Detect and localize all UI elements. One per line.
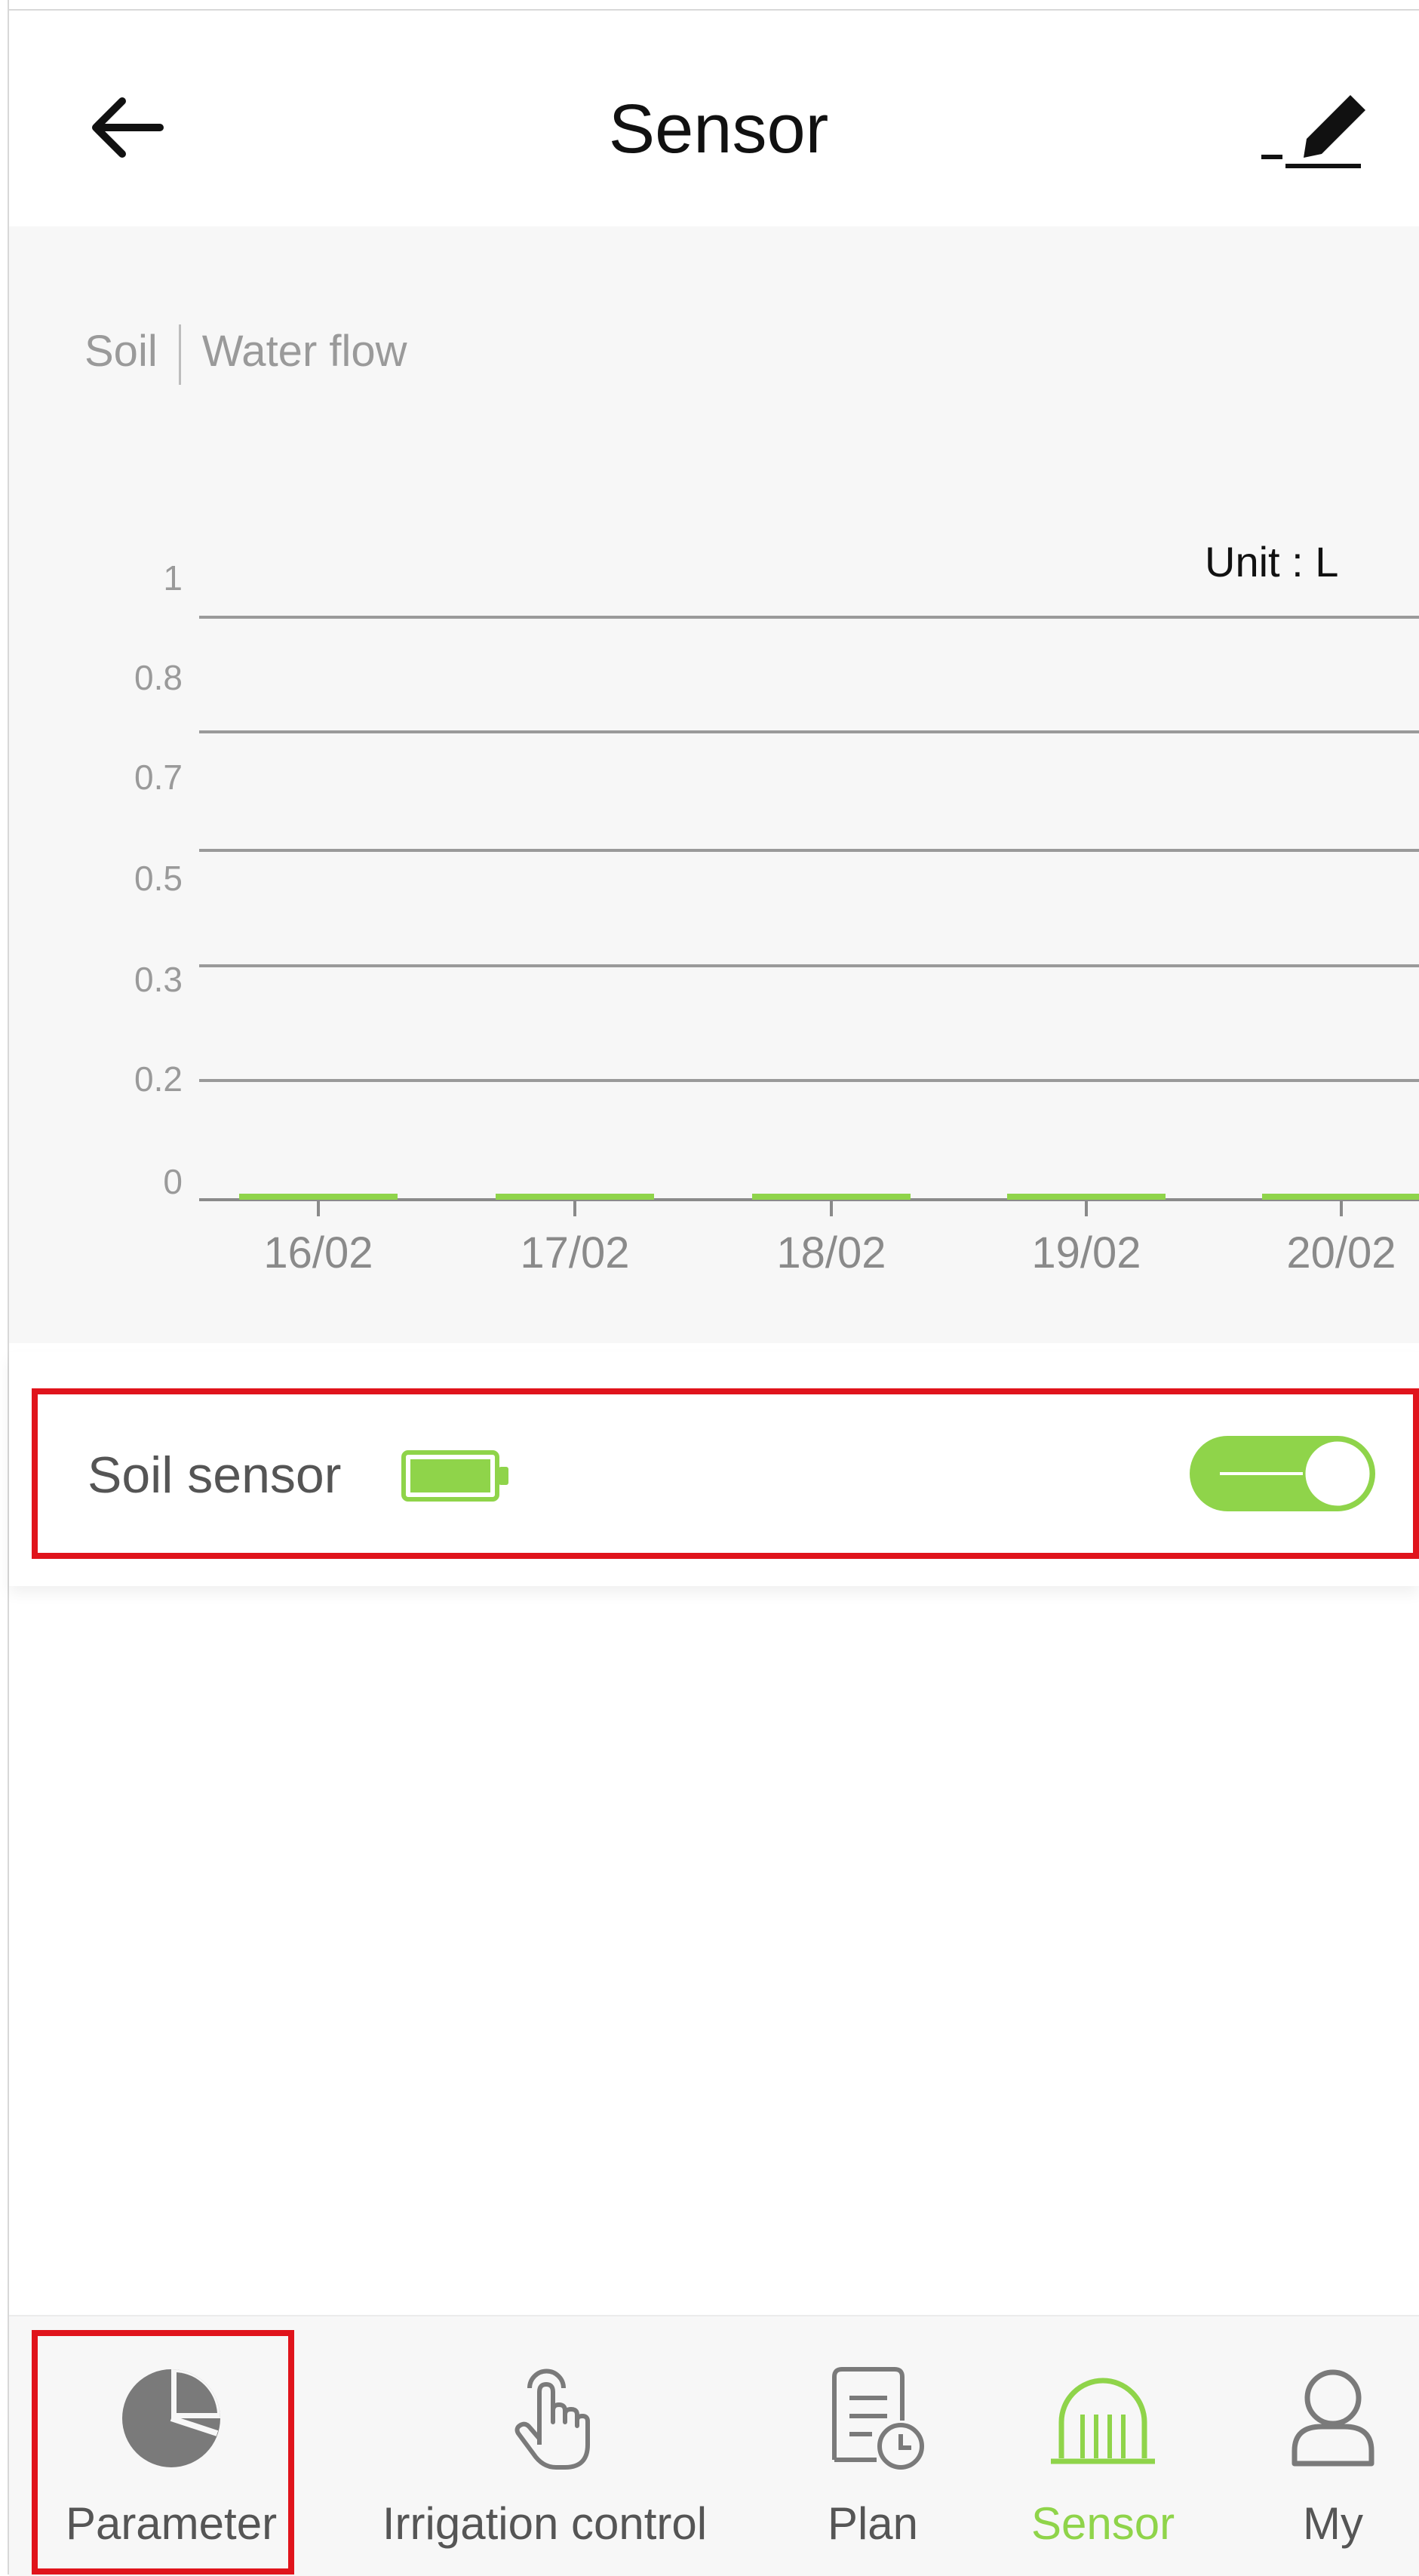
bar-17-02	[496, 1194, 654, 1200]
y-tick-label: 0	[163, 1162, 183, 1201]
y-tick-label: 0.8	[134, 658, 183, 697]
sensor-arch-icon	[1051, 2378, 1155, 2464]
y-tick-label: 0.3	[134, 960, 183, 999]
nav-item-sensor[interactable]: Sensor	[1012, 2316, 1193, 2576]
nav-label-sensor: Sensor	[1030, 2498, 1175, 2549]
soil-sensor-row[interactable]: Soil sensor	[32, 1388, 1419, 1559]
window-left-border	[0, 0, 9, 2574]
chart-panel: Soil Water flow Unit : L 1 0.8 0.7 0.5 0.3 0.2…	[9, 226, 1419, 1343]
nav-label-parameter: Parameter	[65, 2498, 278, 2549]
water-flow-chart: 1 0.8 0.7 0.5 0.3 0.2 0 16/02 17/02 18/02 19/02 20/…	[134, 558, 1419, 1277]
edit-pen-icon	[1261, 95, 1365, 168]
x-tick-label: 16/02	[263, 1228, 373, 1277]
user-icon	[1292, 2369, 1374, 2467]
battery-full-icon	[401, 1450, 508, 1502]
nav-item-parameter[interactable]: Parameter	[39, 2316, 303, 2576]
y-tick-label: 1	[163, 558, 183, 598]
x-tick-label: 19/02	[1031, 1228, 1141, 1277]
nav-label-my: My	[1303, 2498, 1363, 2549]
nav-label-irrigation-control: Irrigation control	[382, 2498, 708, 2549]
y-tick-label: 0.5	[134, 859, 183, 898]
nav-item-plan[interactable]: Plan	[786, 2316, 960, 2576]
y-tick-label: 0.7	[134, 758, 183, 797]
bar-20-02	[1262, 1194, 1419, 1200]
nav-item-irrigation-control[interactable]: Irrigation control	[356, 2316, 733, 2576]
page-title: Sensor	[608, 91, 829, 168]
edit-button[interactable]	[1261, 82, 1367, 173]
bar-19-02	[1007, 1194, 1166, 1200]
x-tick-label: 17/02	[520, 1228, 629, 1277]
pie-chart-icon	[122, 2369, 220, 2467]
bottom-nav: Parameter Irrigation control Plan Sensor…	[9, 2315, 1419, 2576]
bar-16-02	[239, 1194, 398, 1200]
bar-18-02	[752, 1194, 911, 1200]
sensor-label: Soil sensor	[88, 1446, 342, 1504]
document-clock-icon	[832, 2367, 924, 2470]
sensor-toggle[interactable]	[1190, 1434, 1378, 1514]
nav-item-my[interactable]: My	[1246, 2316, 1419, 2576]
nav-label-plan: Plan	[827, 2498, 919, 2549]
x-tick-label: 20/02	[1286, 1228, 1396, 1277]
app-header: Sensor	[9, 11, 1419, 226]
window-top-border	[0, 0, 1419, 11]
touch-hand-icon	[514, 2369, 590, 2470]
x-tick-label: 18/02	[776, 1228, 886, 1277]
y-tick-label: 0.2	[134, 1059, 183, 1099]
